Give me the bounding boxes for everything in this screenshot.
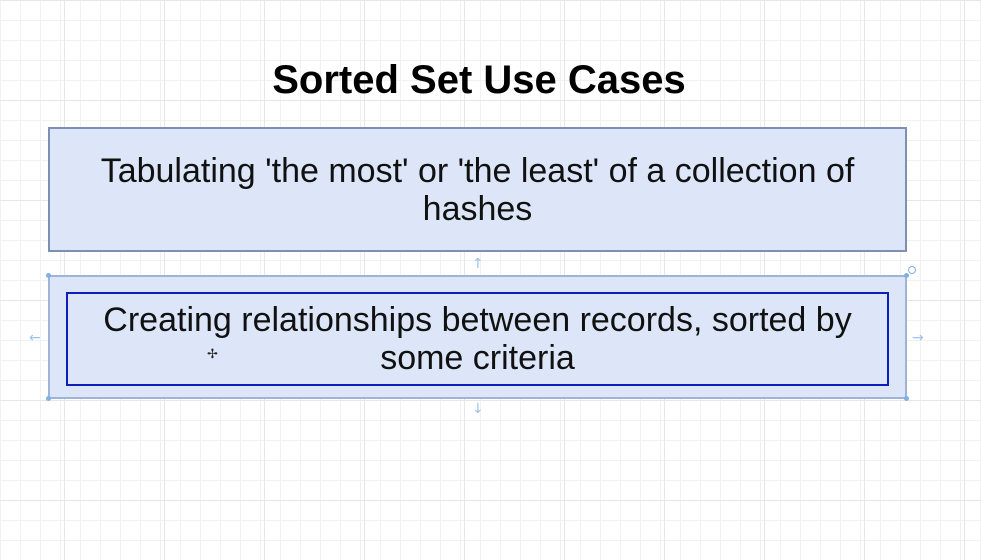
use-case-card-2-text-box[interactable]: Creating relationships between records, …: [66, 292, 889, 386]
resize-handle-top-left[interactable]: [46, 273, 51, 278]
resize-handle-top-right[interactable]: [904, 273, 909, 278]
arrow-right-icon[interactable]: →: [912, 331, 924, 345]
resize-handle-bottom-right[interactable]: [904, 396, 909, 401]
arrow-down-icon[interactable]: ↓: [472, 402, 484, 416]
diagram-title: Sorted Set Use Cases: [272, 58, 686, 102]
rotate-handle[interactable]: [908, 266, 916, 274]
use-case-card-2-text: Creating relationships between records, …: [103, 301, 852, 377]
use-case-card-1[interactable]: Tabulating 'the most' or 'the least' of …: [48, 127, 907, 252]
resize-handle-bottom-left[interactable]: [46, 396, 51, 401]
arrow-up-icon[interactable]: ↑: [472, 257, 484, 271]
use-case-card-1-text: Tabulating 'the most' or 'the least' of …: [100, 151, 855, 228]
arrow-left-icon[interactable]: ←: [29, 331, 41, 345]
move-cursor-icon: ✢: [207, 347, 218, 362]
